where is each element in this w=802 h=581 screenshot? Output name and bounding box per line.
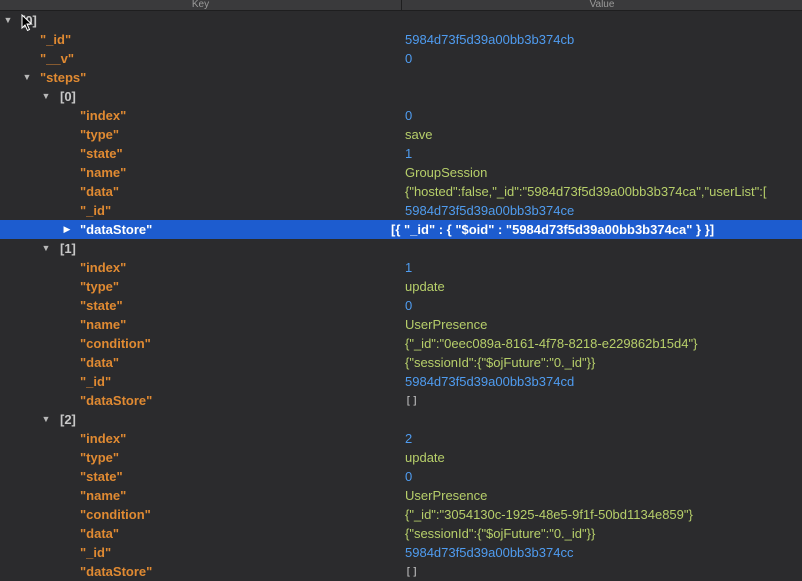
tree-row[interactable]: "index" 0 — [0, 106, 802, 125]
tree-row-value: {"_id":"0eec089a-8161-4f78-8218-e229862b… — [405, 336, 698, 351]
tree-row-value: 5984d73f5d39a00bb3b374cc — [405, 545, 574, 560]
key-column-header[interactable]: Key — [0, 0, 401, 10]
tree-row-key: [1] — [60, 241, 76, 256]
tree-row-value: {"hosted":false,"_id":"5984d73f5d39a00bb… — [405, 184, 767, 199]
tree-row[interactable]: "state" 1 — [0, 144, 802, 163]
tree-row-value: [] — [405, 565, 419, 578]
triangle-right-icon[interactable]: ▶ — [61, 220, 73, 239]
tree-row-key: "data" — [80, 184, 120, 199]
tree-row-key: "condition" — [80, 336, 151, 351]
tree-row-value: {"_id":"3054130c-1925-48e5-9f1f-50bd1134… — [405, 507, 693, 522]
tree-row-key: "type" — [80, 279, 120, 294]
tree-row-key: "data" — [80, 355, 120, 370]
tree-row-value: 5984d73f5d39a00bb3b374ce — [405, 203, 575, 218]
tree-row-value: UserPresence — [405, 488, 488, 503]
tree-row-key: "type" — [80, 450, 120, 465]
tree-row-value: save — [405, 127, 433, 142]
tree-row[interactable]: "_id" 5984d73f5d39a00bb3b374cc — [0, 543, 802, 562]
tree-row-value: {"sessionId":{"$ojFuture":"0._id"}} — [405, 526, 596, 541]
tree-row-value: GroupSession — [405, 165, 488, 180]
tree-array-item-row[interactable]: ▼ [2] — [0, 410, 802, 429]
tree-row[interactable]: "index" 2 — [0, 429, 802, 448]
tree-row-value: 0 — [405, 469, 413, 484]
tree-row[interactable]: "_id" 5984d73f5d39a00bb3b374cd — [0, 372, 802, 391]
tree-row-key: "_id" — [80, 545, 112, 560]
value-column-header[interactable]: Value — [402, 0, 802, 10]
tree-row[interactable]: "condition" {"_id":"0eec089a-8161-4f78-82… — [0, 334, 802, 353]
tree-row-key: [2] — [60, 412, 76, 427]
tree-row-value: 2 — [405, 431, 413, 446]
tree-row-key: "index" — [80, 108, 127, 123]
tree-row-value: 1 — [405, 146, 413, 161]
tree-row[interactable]: "type" update — [0, 277, 802, 296]
tree-row-key: "type" — [80, 127, 120, 142]
tree-row-value: UserPresence — [405, 317, 488, 332]
tree-row[interactable]: "_id" 5984d73f5d39a00bb3b374cb — [0, 30, 802, 49]
tree-row-key: "dataStore" — [80, 222, 153, 237]
tree-row-key: "state" — [80, 469, 123, 484]
tree-row-value: {"sessionId":{"$ojFuture":"0._id"}} — [405, 355, 596, 370]
tree-row[interactable]: "state" 0 — [0, 467, 802, 486]
tree-row[interactable]: "name" UserPresence — [0, 315, 802, 334]
tree-row-key: "__v" — [40, 51, 75, 66]
tree-row[interactable]: "type" update — [0, 448, 802, 467]
triangle-down-icon[interactable]: ▼ — [40, 410, 52, 429]
tree-row-value: 5984d73f5d39a00bb3b374cd — [405, 374, 575, 389]
triangle-down-icon[interactable]: ▼ — [40, 239, 52, 258]
tree-row[interactable]: "type" save — [0, 125, 802, 144]
tree-row[interactable]: "_id" 5984d73f5d39a00bb3b374ce — [0, 201, 802, 220]
tree-row-key: "dataStore" — [80, 564, 153, 579]
triangle-down-icon[interactable]: ▼ — [2, 11, 14, 30]
tree-row-key: "_id" — [80, 374, 112, 389]
tree-row-key: "data" — [80, 526, 120, 541]
tree-row[interactable]: "dataStore" [] — [0, 391, 802, 410]
triangle-down-icon[interactable]: ▼ — [21, 68, 33, 87]
tree-row-key: "dataStore" — [80, 393, 153, 408]
tree-row[interactable]: "data" {"sessionId":{"$ojFuture":"0._id"}… — [0, 353, 802, 372]
tree-row[interactable]: "condition" {"_id":"3054130c-1925-48e5-9f… — [0, 505, 802, 524]
mouse-pointer-icon — [21, 14, 33, 32]
tree-row[interactable]: "name" GroupSession — [0, 163, 802, 182]
tree-row-key: "_id" — [40, 32, 72, 47]
tree-row-key: "state" — [80, 146, 123, 161]
tree-row-key: "index" — [80, 431, 127, 446]
tree-row-key: [0] — [60, 89, 76, 104]
tree-row-key: "state" — [80, 298, 123, 313]
tree-row[interactable]: "dataStore" [] — [0, 562, 802, 581]
column-header: Key Value — [0, 0, 802, 11]
tree-row[interactable]: ▶ "dataStore" [{ "_id" : { "$oid" : "5984d… — [0, 220, 802, 239]
tree-row-key: "steps" — [40, 70, 87, 85]
tree-row-key: "name" — [80, 165, 127, 180]
tree-row-value: update — [405, 450, 445, 465]
tree-array-item-row[interactable]: ▼ [0] — [0, 87, 802, 106]
tree-row-value: 0 — [405, 51, 413, 66]
tree-row[interactable]: ▼ "steps" — [0, 68, 802, 87]
tree-row-value: 5984d73f5d39a00bb3b374cb — [405, 32, 575, 47]
tree-row[interactable]: "__v" 0 — [0, 49, 802, 68]
tree-row-value: update — [405, 279, 445, 294]
tree-row[interactable]: "state" 0 — [0, 296, 802, 315]
tree-row-value: 1 — [405, 260, 413, 275]
document-tree: ▼ [0] "_id" 5984d73f5d39a00bb3b374cb "__v" 0 ▼… — [0, 11, 802, 581]
tree-row-key: "name" — [80, 317, 127, 332]
tree-row[interactable]: "data" {"hosted":false,"_id":"5984d73f5d3… — [0, 182, 802, 201]
tree-row-value: 0 — [405, 108, 413, 123]
tree-array-item-row[interactable]: ▼ [0] — [0, 11, 802, 30]
tree-row[interactable]: "name" UserPresence — [0, 486, 802, 505]
tree-row-value: [] — [405, 394, 419, 407]
tree-row-key: "name" — [80, 488, 127, 503]
tree-row[interactable]: "index" 1 — [0, 258, 802, 277]
tree-row-key: "index" — [80, 260, 127, 275]
triangle-down-icon[interactable]: ▼ — [40, 87, 52, 106]
tree-row[interactable]: "data" {"sessionId":{"$ojFuture":"0._id"}… — [0, 524, 802, 543]
tree-row-value: [{ "_id" : { "$oid" : "5984d73f5d39a00bb… — [391, 222, 715, 237]
tree-row-key: "_id" — [80, 203, 112, 218]
tree-array-item-row[interactable]: ▼ [1] — [0, 239, 802, 258]
tree-row-key: "condition" — [80, 507, 151, 522]
tree-row-value: 0 — [405, 298, 413, 313]
